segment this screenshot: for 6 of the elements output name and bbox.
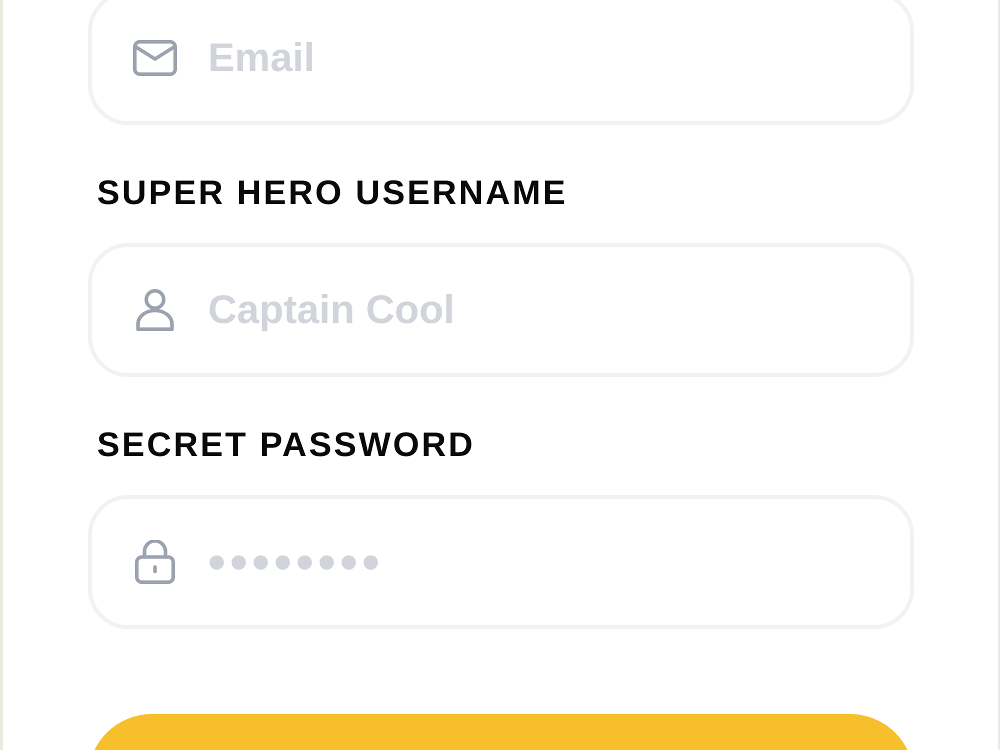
user-icon <box>136 289 174 331</box>
field-label: SUPER HERO USERNAME <box>97 173 569 213</box>
field-label: SECRET PASSWORD <box>97 425 476 465</box>
envelope-icon <box>133 40 177 76</box>
lock-icon <box>135 540 175 584</box>
password-field[interactable]: •••••••• <box>88 495 914 629</box>
